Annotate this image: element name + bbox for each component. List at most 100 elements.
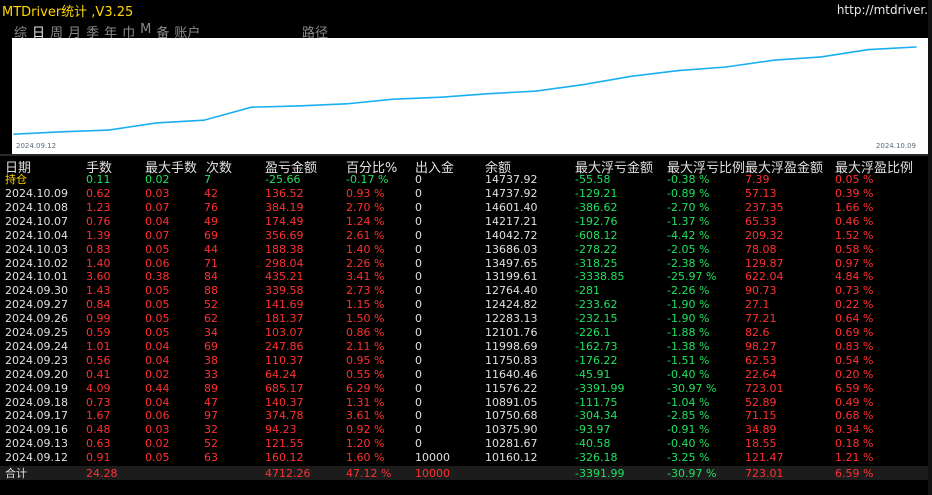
- cell-mfp: 18.55: [745, 437, 777, 451]
- cell-date: 2024.09.13: [5, 437, 68, 451]
- cell-mflp: -1.37 %: [667, 214, 710, 228]
- cell-maxlots: 0.04: [145, 353, 170, 367]
- cell-mfpp: 1.66 %: [835, 200, 874, 214]
- cell-date: 2024.10.04: [5, 228, 68, 242]
- cell-mfpp: 6.59 %: [835, 467, 874, 480]
- cell-count: 76: [204, 200, 218, 214]
- cell-mfl: -162.73: [575, 339, 618, 353]
- cell-lots: 0.59: [86, 326, 111, 339]
- cell-maxlots: 0.05: [145, 326, 170, 339]
- cell-lots: 1.39: [86, 228, 111, 242]
- cell-mfpp: 0.69 %: [835, 326, 874, 339]
- cell-io: 0: [415, 326, 422, 339]
- cell-io: 0: [415, 381, 422, 395]
- cell-count: 34: [204, 326, 218, 339]
- balance-point: [677, 69, 680, 72]
- cell-mfp: 62.53: [745, 353, 777, 367]
- cell-lots: 1.67: [86, 409, 111, 423]
- cell-count: 38: [204, 353, 218, 367]
- cell-mfp: 82.6: [745, 326, 770, 339]
- cell-lots: 1.43: [86, 284, 111, 298]
- cell-mfp: 7.39: [745, 173, 770, 186]
- cell-lots: 0.56: [86, 353, 111, 367]
- cell-bal: 11750.83: [485, 353, 538, 367]
- cell-date: 合计: [5, 467, 27, 480]
- cell-pct: 6.29 %: [346, 381, 385, 395]
- cell-pct: 0.55 %: [346, 367, 385, 381]
- scrollbar[interactable]: [928, 0, 932, 495]
- cell-bal: 14217.21: [485, 214, 538, 228]
- cell-mfp: 90.73: [745, 284, 777, 298]
- cell-pct: 3.41 %: [346, 270, 385, 284]
- cell-date: 2024.09.20: [5, 367, 68, 381]
- cell-pl: 140.37: [265, 395, 304, 409]
- cell-pl: 160.12: [265, 451, 304, 465]
- cell-pl: 356.69: [265, 228, 304, 242]
- cell-date: 2024.10.02: [5, 256, 68, 270]
- balance-point: [867, 48, 870, 51]
- cell-mflp: -30.97 %: [667, 381, 717, 395]
- cell-io: 0: [415, 173, 422, 186]
- cell-mfp: 723.01: [745, 381, 784, 395]
- cell-mfl: -386.62: [575, 200, 618, 214]
- cell-mfl: -129.21: [575, 187, 618, 200]
- cell-pct: 1.40 %: [346, 242, 385, 256]
- cell-lots: 0.99: [86, 312, 111, 326]
- app-title: MTDriver统计 ,V3.25: [2, 5, 134, 20]
- website-link[interactable]: http://mtdriver.: [837, 3, 928, 17]
- cell-maxlots: 0.02: [145, 367, 170, 381]
- balance-point: [60, 131, 63, 133]
- cell-lots: 0.83: [86, 242, 111, 256]
- cell-count: 32: [204, 423, 218, 437]
- cell-mflp: -2.05 %: [667, 242, 710, 256]
- cell-date: 2024.09.25: [5, 326, 68, 339]
- cell-count: 42: [204, 187, 218, 200]
- cell-mfp: 57.13: [745, 187, 777, 200]
- balance-line: [13, 46, 917, 135]
- cell-bal: 13686.03: [485, 242, 538, 256]
- cell-bal: 11640.46: [485, 367, 538, 381]
- cell-maxlots: 0.02: [145, 437, 170, 451]
- cell-date: 2024.09.24: [5, 339, 68, 353]
- cell-pct: 3.61 %: [346, 409, 385, 423]
- cell-maxlots: 0.44: [145, 381, 170, 395]
- cell-date: 持仓: [5, 173, 27, 186]
- balance-chart: 2024.09.12 2024.10.09: [12, 38, 930, 154]
- cell-date: 2024.09.16: [5, 423, 68, 437]
- cell-bal: 13199.61: [485, 270, 538, 284]
- cell-mfp: 237.35: [745, 200, 784, 214]
- cell-mflp: -1.51 %: [667, 353, 710, 367]
- cell-pct: 1.60 %: [346, 451, 385, 465]
- cell-lots: 1.40: [86, 256, 111, 270]
- cell-io: 0: [415, 339, 422, 353]
- cell-pct: 0.86 %: [346, 326, 385, 339]
- cell-lots: 0.48: [86, 423, 111, 437]
- balance-point: [630, 75, 632, 78]
- cell-maxlots: 0.04: [145, 214, 170, 228]
- cell-mfp: 71.15: [745, 409, 777, 423]
- cell-mfl: -3391.99: [575, 467, 625, 480]
- cell-count: 63: [204, 451, 218, 465]
- cell-io: 0: [415, 298, 422, 312]
- balance-point: [915, 46, 917, 48]
- total-row-bg: [0, 466, 932, 480]
- cell-date: 2024.10.01: [5, 270, 68, 284]
- cell-mfpp: 0.68 %: [835, 409, 874, 423]
- cell-date: 2024.09.17: [5, 409, 68, 423]
- cell-mfl: -93.97: [575, 423, 611, 437]
- cell-count: 7: [204, 173, 211, 186]
- cell-date: 2024.09.26: [5, 312, 68, 326]
- cell-date: 2024.09.19: [5, 381, 68, 395]
- cell-pl: 181.37: [265, 312, 304, 326]
- cell-mfl: -304.34: [575, 409, 618, 423]
- cell-count: 71: [204, 256, 218, 270]
- cell-pl: 174.49: [265, 214, 304, 228]
- cell-mfp: 27.1: [745, 298, 770, 312]
- cell-pct: 2.26 %: [346, 256, 385, 270]
- cell-io: 0: [415, 200, 422, 214]
- cell-date: 2024.10.08: [5, 200, 68, 214]
- cell-mfpp: 0.18 %: [835, 437, 874, 451]
- cell-pl: 188.38: [265, 242, 304, 256]
- cell-bal: 10891.05: [485, 395, 538, 409]
- cell-mfpp: 0.46 %: [835, 214, 874, 228]
